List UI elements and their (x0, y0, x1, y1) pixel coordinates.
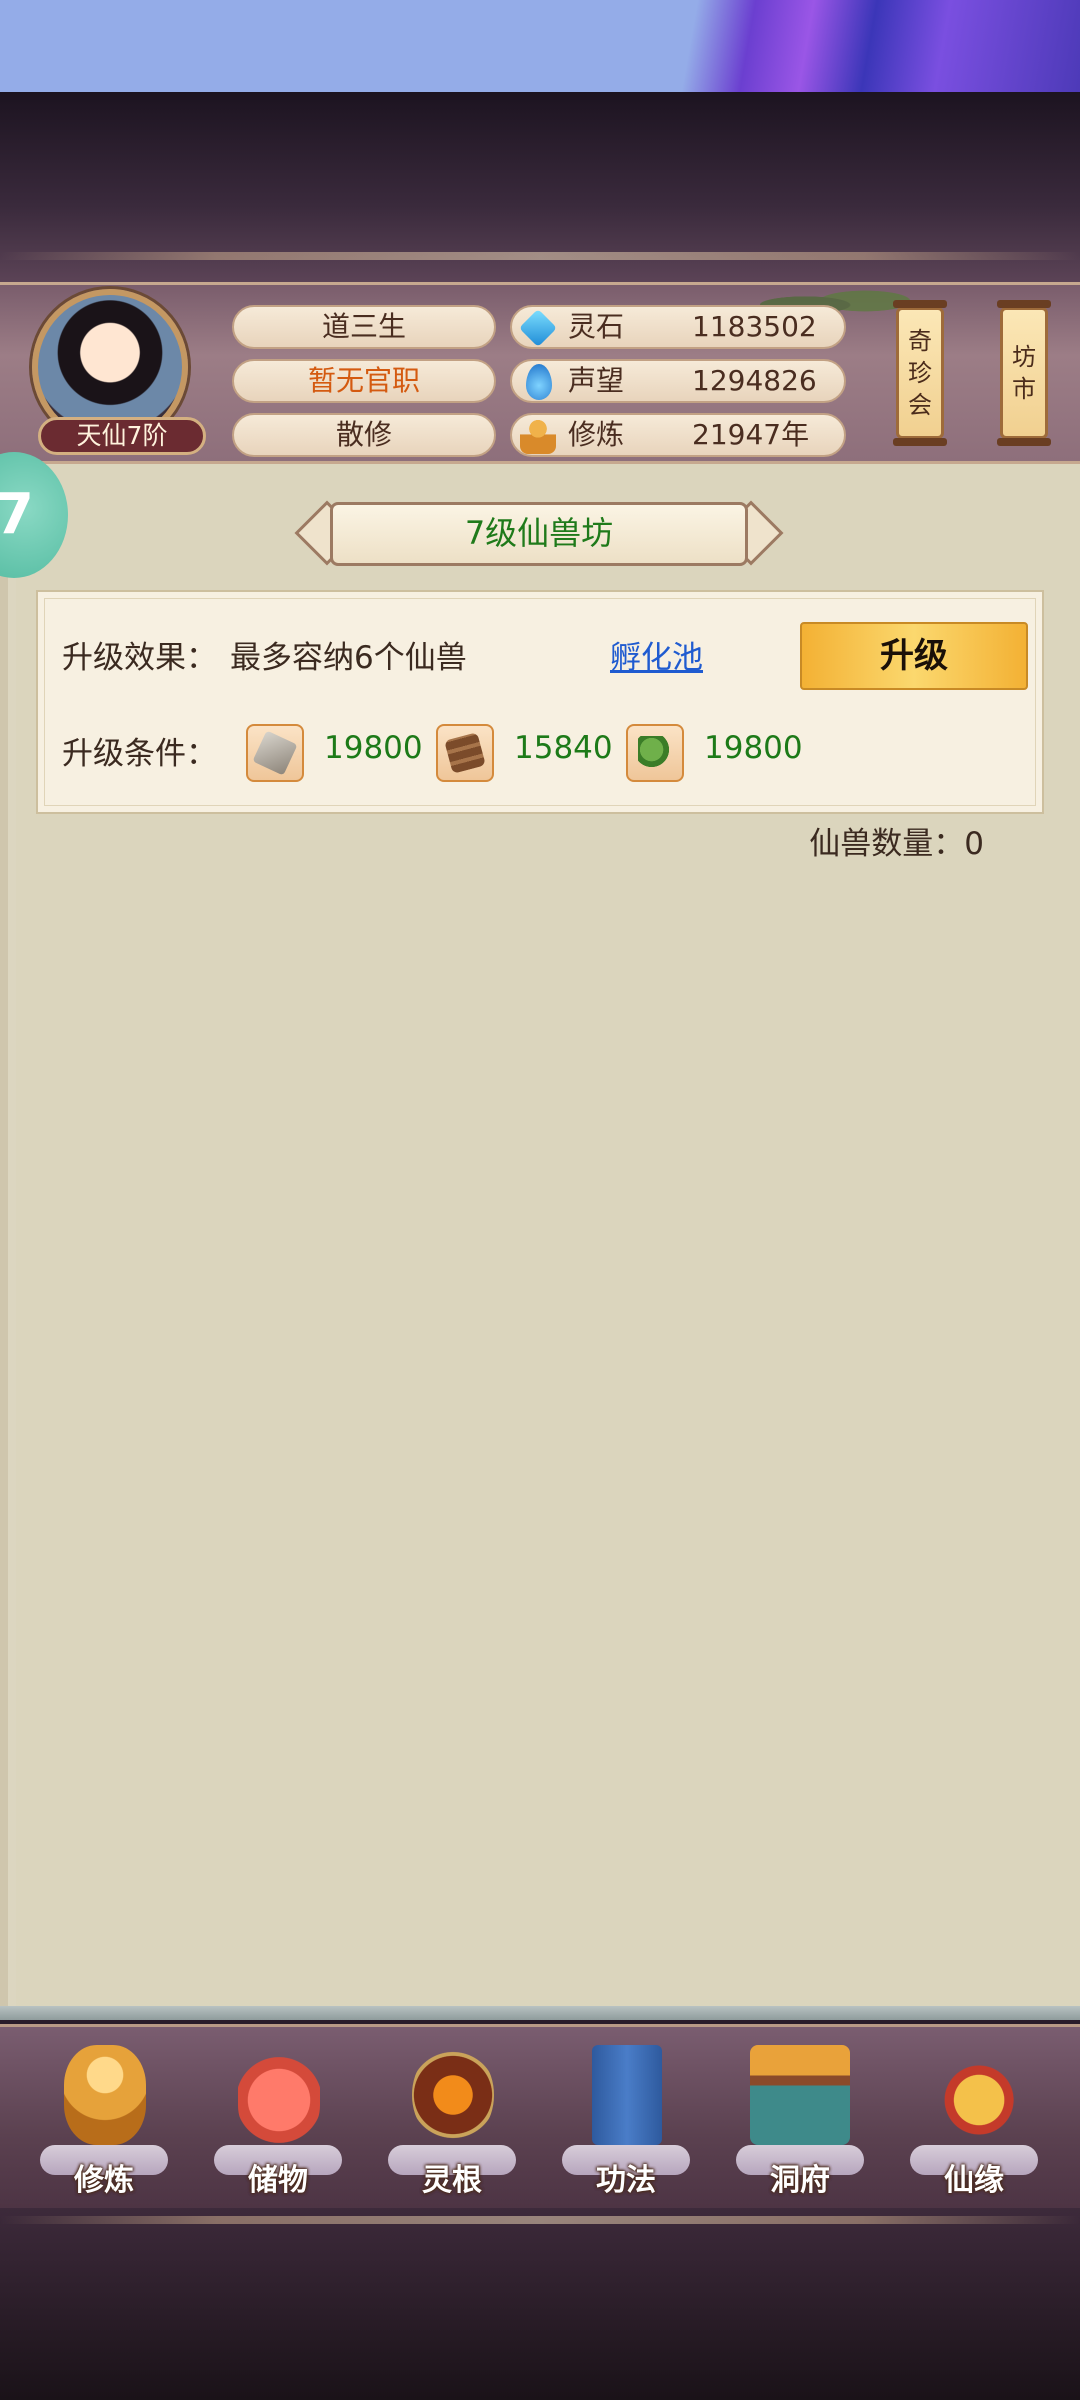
herb-icon (638, 736, 672, 770)
stat-prestige: 声望 1294826 (510, 359, 846, 403)
nav-spirit-root[interactable]: 灵根 (382, 2035, 522, 2205)
cave-abode-icon (750, 2045, 850, 2145)
bottom-dark-band (0, 2208, 1080, 2400)
resource-value: 15840 (514, 730, 613, 766)
spirit-root-icon (412, 2045, 494, 2145)
cultivation-icon (520, 418, 556, 454)
sect-label: 散修 (232, 413, 496, 457)
nav-technique[interactable]: 功法 (556, 2035, 696, 2205)
scroll-char: 坊 (1012, 343, 1036, 371)
beast-count-label: 仙兽数量： (809, 826, 965, 862)
nav-cave-abode[interactable]: 洞府 (730, 2035, 870, 2205)
stat-label: 修炼 (568, 418, 625, 451)
rank-badge: 天仙7阶 (38, 417, 206, 455)
nav-label: 功法 (596, 2163, 656, 2198)
bottom-nav: 修炼 储物 灵根 功法 洞府 仙缘 (0, 2024, 1080, 2208)
panel-bottom-edge (0, 2006, 1080, 2020)
scroll-char: 珍 (908, 359, 932, 387)
nav-label: 仙缘 (944, 2163, 1004, 2198)
office-title: 暂无官职 (232, 359, 496, 403)
stat-label: 声望 (568, 364, 625, 397)
ornament-divider (0, 2216, 1080, 2224)
resource-slot-herb[interactable] (626, 724, 684, 782)
nav-label: 修炼 (74, 2163, 134, 2198)
resource-slot-wood[interactable] (436, 724, 494, 782)
upgrade-card: 升级效果： 最多容纳6个仙兽 孵化池 升级 升级条件： 19800 15840 … (36, 590, 1044, 814)
resource-value: 19800 (324, 730, 423, 766)
resource-slot-ore[interactable] (246, 724, 304, 782)
stat-cultivation: 修炼 21947年 (510, 413, 846, 457)
fate-gourd-icon (934, 2045, 1016, 2145)
avatar-area[interactable]: 天仙7阶 (24, 289, 206, 459)
ore-icon (252, 730, 298, 776)
wood-icon (444, 732, 486, 774)
nav-fate[interactable]: 仙缘 (904, 2035, 1044, 2205)
beast-count-value: 0 (964, 826, 984, 862)
ornament-divider (0, 252, 1080, 260)
stat-value: 1294826 (692, 364, 817, 397)
player-name: 道三生 (232, 305, 496, 349)
technique-book-icon (592, 2045, 662, 2145)
condition-label: 升级条件： (62, 736, 217, 772)
resource-value: 19800 (704, 730, 803, 766)
top-dark-band (0, 92, 1080, 282)
beast-count: 仙兽数量：0 (809, 818, 984, 863)
top-banner (0, 0, 1080, 92)
upgrade-button[interactable]: 升级 (800, 622, 1028, 690)
market-button[interactable]: 坊 市 (997, 300, 1051, 446)
building-title: 7级仙兽坊 (330, 502, 748, 566)
treasure-fair-button[interactable]: 奇 珍 会 (893, 300, 947, 446)
stat-value: 1183502 (692, 310, 817, 343)
nav-storage[interactable]: 储物 (208, 2035, 348, 2205)
storage-bag-icon (238, 2045, 320, 2145)
stat-spirit-stone: 灵石 1183502 (510, 305, 846, 349)
scroll-char: 奇 (908, 327, 932, 355)
stat-value: 21947年 (692, 418, 810, 451)
prestige-icon (526, 364, 552, 400)
banner-swirl-art (610, 0, 1080, 92)
stat-label: 灵石 (568, 310, 625, 343)
hatch-pool-link[interactable]: 孵化池 (610, 632, 703, 677)
player-header: 天仙7阶 道三生 暂无官职 散修 灵石 1183502 声望 1294826 修… (0, 282, 1080, 464)
scroll-char: 市 (1012, 375, 1036, 403)
spirit-stone-icon (518, 308, 558, 348)
effect-label: 升级效果： (62, 640, 217, 676)
cultivate-icon (64, 2045, 146, 2145)
building-title-plaque: 7级仙兽坊 (294, 498, 784, 570)
nav-label: 洞府 (770, 2163, 830, 2198)
effect-text: 最多容纳6个仙兽 (230, 640, 467, 676)
scroll-char: 会 (908, 391, 932, 419)
nav-label: 灵根 (422, 2163, 482, 2198)
nav-cultivate[interactable]: 修炼 (34, 2035, 174, 2205)
nav-label: 储物 (248, 2163, 308, 2198)
